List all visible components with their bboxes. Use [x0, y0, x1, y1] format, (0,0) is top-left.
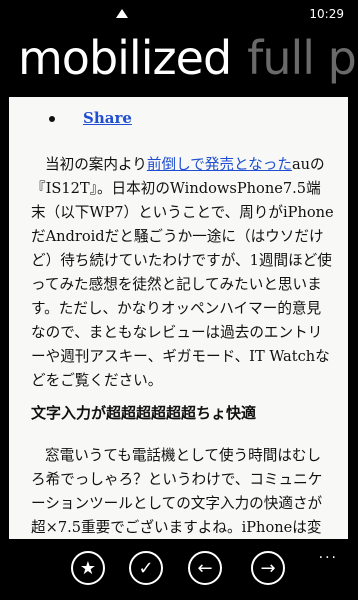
pivot-header: mobilized full p [18, 30, 357, 86]
star-icon[interactable]: ★ [71, 551, 105, 585]
share-link[interactable]: Share [83, 109, 132, 127]
article-paragraph-1: 当初の案内より前倒しで発売となったauの『IS12T』。日本初のWindowsP… [31, 153, 335, 393]
article-heading: 文字入力が超超超超超超ちょ快適 [31, 404, 257, 422]
more-ellipsis-button[interactable]: ... [319, 546, 338, 562]
para1-text-end: auの『IS12T』。日本初のWindowsPhone7.5端末（以下WP7）と… [31, 156, 334, 389]
status-clock: 10:29 [309, 7, 344, 21]
article-paragraph-2: 窓電いうても電話機として使う時間はむしろ希でっしゃろ？というわけで、コミュニケー… [31, 447, 323, 536]
pivot-item-mobilized[interactable]: mobilized [18, 30, 232, 86]
check-icon[interactable]: ✓ [129, 551, 163, 585]
back-arrow-icon[interactable]: ← [188, 551, 222, 585]
signal-arrow-icon [116, 9, 128, 18]
share-list-item: Share [49, 109, 132, 127]
para1-text-start: 当初の案内より [45, 156, 147, 173]
pivot-item-full[interactable]: full p [247, 30, 357, 86]
forward-arrow-icon[interactable]: → [251, 551, 285, 585]
bullet-icon [49, 116, 55, 122]
release-link[interactable]: 前倒しで発売となった [147, 156, 292, 173]
status-bar: 10:29 [0, 0, 358, 28]
app-bar: ★ ✓ ← → ... [0, 540, 358, 600]
article-page[interactable]: Share 当初の案内より前倒しで発売となったauの『IS12T』。日本初のWi… [9, 97, 348, 539]
